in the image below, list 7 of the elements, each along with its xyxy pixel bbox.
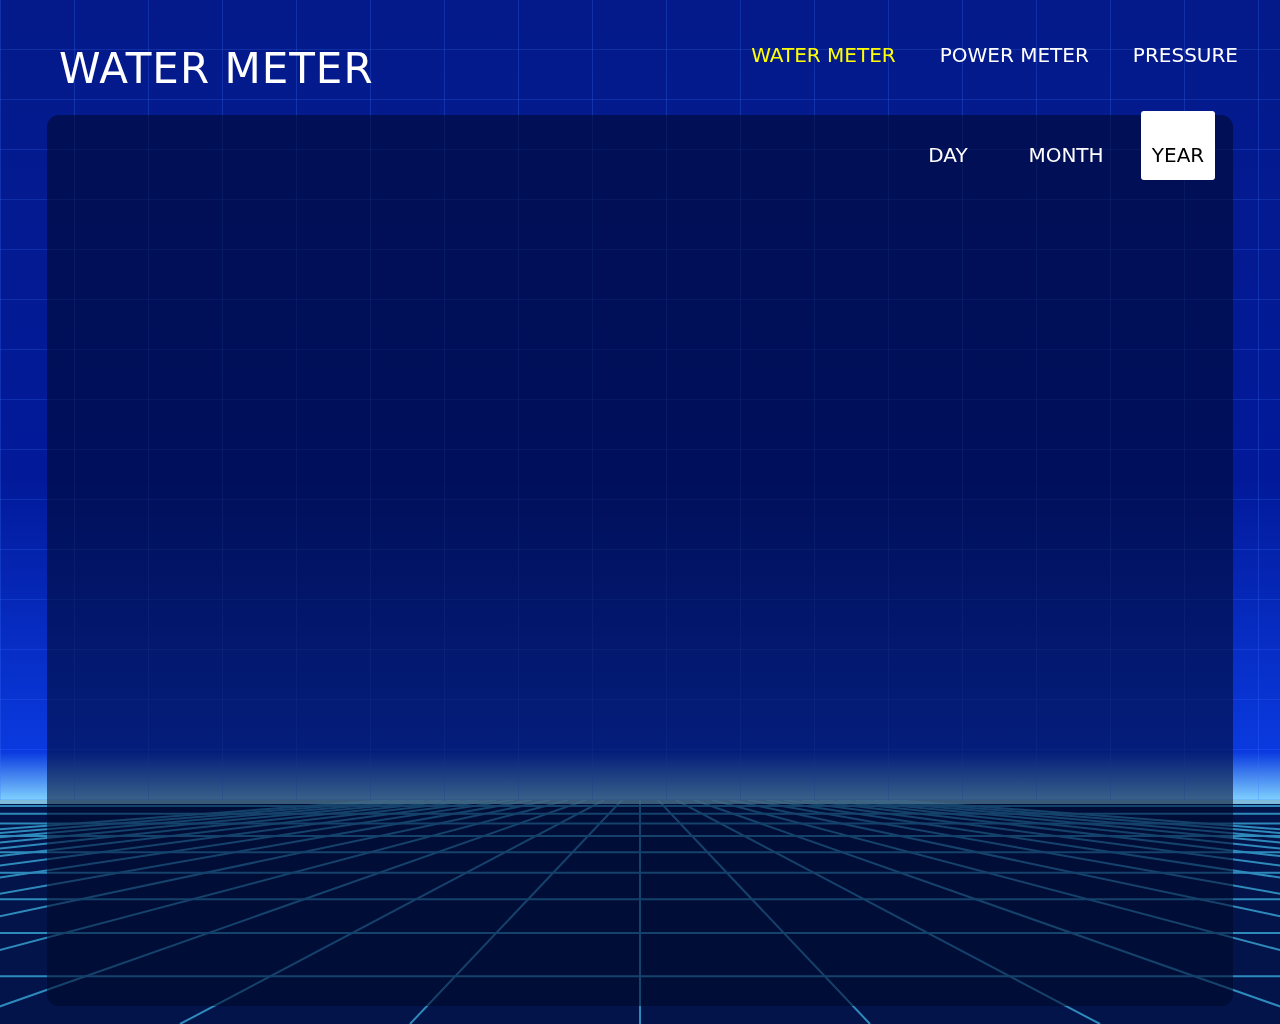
period-tab[interactable]: MONTH xyxy=(1010,111,1122,180)
nav-link[interactable]: POWER METER xyxy=(937,43,1091,67)
nav-link[interactable]: PRESSURE xyxy=(1130,43,1240,67)
page-title: WATER METER xyxy=(59,44,374,93)
period-tab[interactable]: DAY xyxy=(892,111,1004,180)
nav-link[interactable]: WATER METER xyxy=(749,43,898,67)
period-tab[interactable]: YEAR xyxy=(1141,111,1215,180)
